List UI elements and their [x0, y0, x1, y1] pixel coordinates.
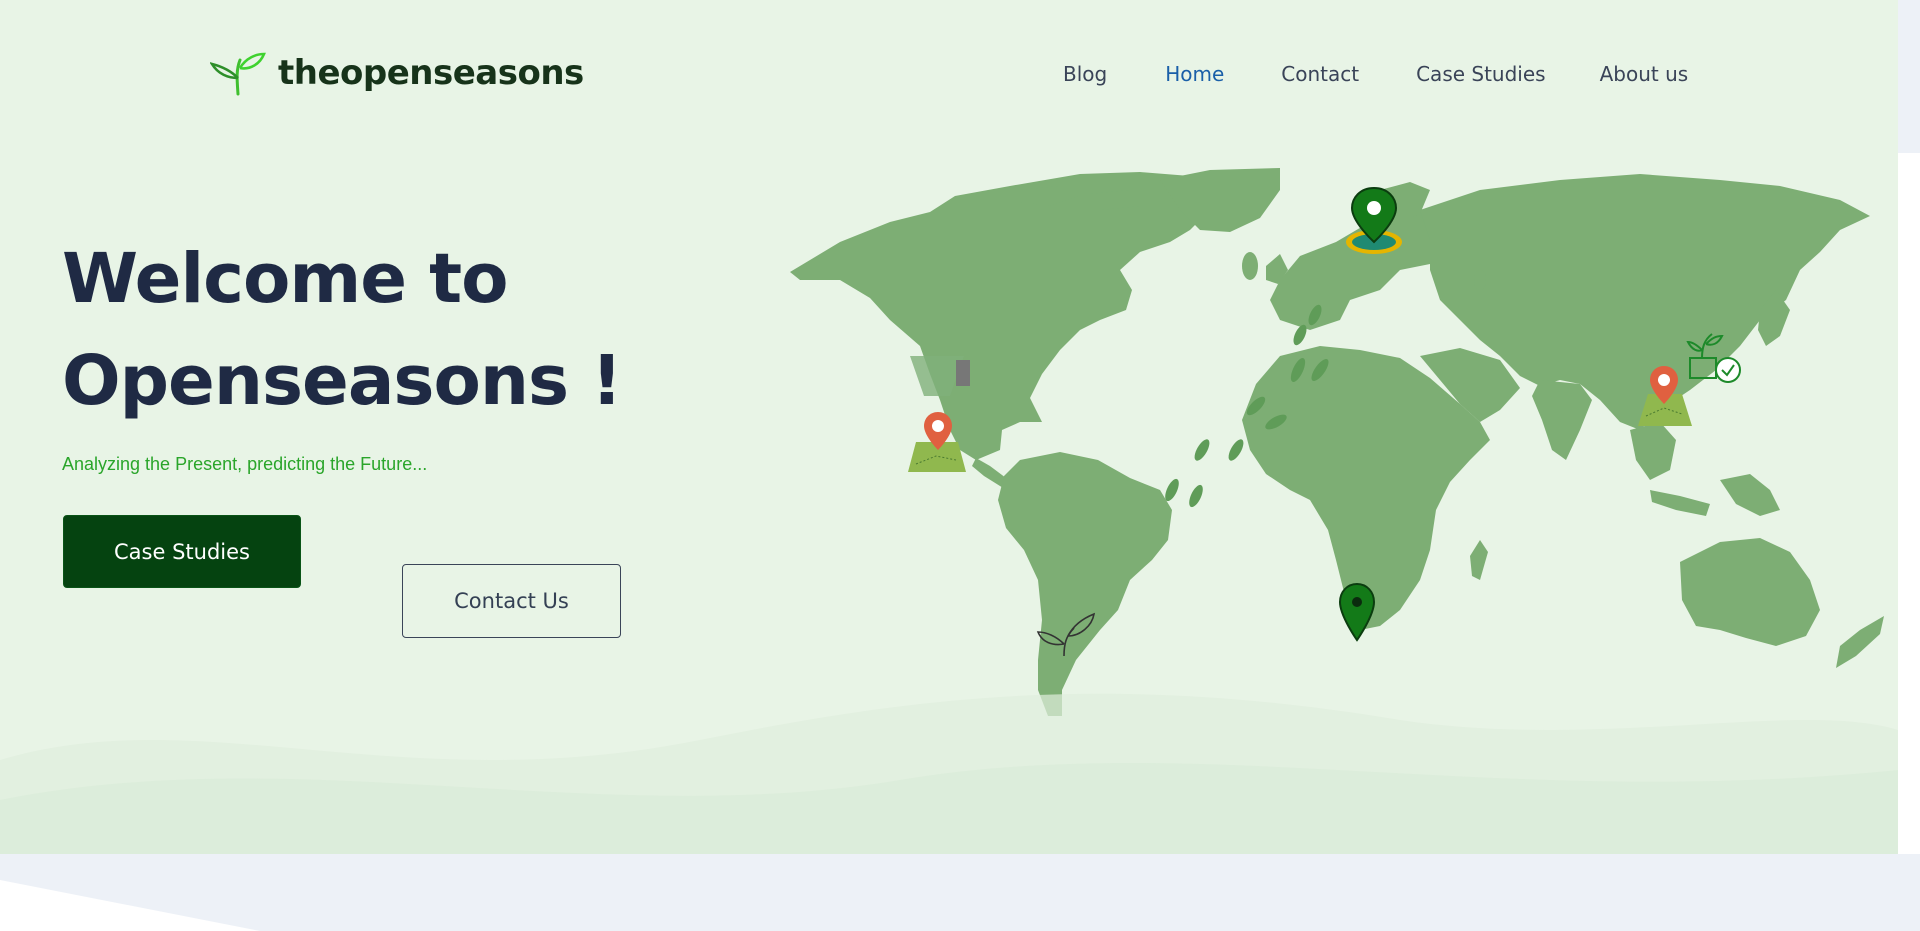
footprints-icon: [1165, 304, 1329, 508]
contact-us-button[interactable]: Contact Us: [402, 564, 621, 638]
leaf-icon: [1036, 612, 1096, 657]
nav-home[interactable]: Home: [1165, 62, 1224, 86]
hero-title-line1: Welcome to: [62, 239, 509, 319]
plant-check-icon: [1686, 333, 1741, 383]
section-divider: [0, 880, 260, 931]
nav-blog[interactable]: Blog: [1063, 62, 1107, 86]
map-pin-icon: [908, 356, 970, 472]
case-studies-button[interactable]: Case Studies: [63, 515, 301, 588]
nav-about-us[interactable]: About us: [1600, 62, 1689, 86]
nav-contact[interactable]: Contact: [1281, 62, 1359, 86]
map-pin-icon: [1338, 582, 1376, 642]
main-nav: Blog Home Contact Case Studies About us: [1063, 62, 1688, 86]
map-pin-icon: [1346, 186, 1402, 254]
next-section: [0, 854, 1920, 931]
nav-case-studies[interactable]: Case Studies: [1416, 62, 1546, 86]
background-waves: [0, 693, 1898, 854]
sprout-logo-icon: [209, 44, 266, 101]
hero-title: Welcome to Openseasons !: [62, 228, 623, 432]
logo[interactable]: theopenseasons: [209, 44, 584, 101]
hero-tagline: Analyzing the Present, predicting the Fu…: [62, 454, 428, 474]
hero-title-line2: Openseasons !: [62, 341, 623, 421]
logo-text: theopenseasons: [278, 52, 584, 93]
right-strip: [1898, 153, 1920, 854]
hero-section: theopenseasons Blog Home Contact Case St…: [0, 0, 1898, 854]
